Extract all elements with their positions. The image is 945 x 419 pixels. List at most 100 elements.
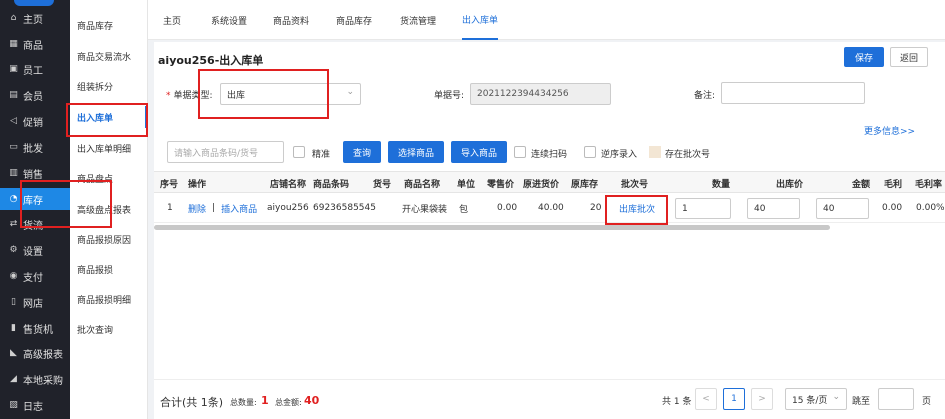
member-icon: ▤	[9, 90, 18, 100]
col-qty: 数量	[712, 179, 731, 190]
tab-system-settings[interactable]: 系统设置	[211, 0, 247, 40]
doc-type-label-text: 单据类型:	[173, 91, 213, 101]
nav-vending[interactable]: ▮ 售货机	[0, 317, 70, 339]
cell-profit: 0.00	[882, 203, 903, 213]
record-count: 共 1 条	[662, 397, 692, 407]
reverse-entry-checkbox[interactable]	[584, 146, 596, 158]
nav-label: 货流	[23, 220, 43, 232]
nav-promo[interactable]: ◁ 促销	[0, 110, 70, 132]
nav-local-purchase[interactable]: ◢ 本地采购	[0, 368, 70, 390]
exact-label: 精准	[312, 150, 331, 160]
sales-icon: ▥	[9, 168, 18, 178]
tab-stock-doc[interactable]: 出入库单	[462, 0, 499, 40]
select-goods-button[interactable]: 选择商品	[388, 141, 444, 163]
nav-label: 促销	[23, 117, 43, 129]
nav-sales[interactable]: ▥ 销售	[0, 162, 70, 184]
submenu-item[interactable]: 出入库单明细	[70, 137, 148, 159]
vending-icon: ▮	[11, 323, 16, 333]
nav-member[interactable]: ▤ 会员	[0, 84, 70, 106]
amount-input[interactable]: 40	[816, 198, 869, 219]
submenu-item[interactable]: 商品报损明细	[70, 288, 148, 310]
col-stock: 原库存	[571, 179, 599, 190]
remark-field[interactable]	[721, 82, 865, 104]
submenu-item[interactable]: 组装拆分	[70, 75, 148, 97]
col-profit: 毛利	[884, 179, 903, 190]
page-size-select[interactable]: 15 条/页 ⌄	[785, 388, 847, 410]
nav-staff[interactable]: ▣ 员工	[0, 58, 70, 80]
cell-store: aiyou256	[267, 203, 309, 213]
out-batch-link[interactable]: 出库批次	[619, 202, 655, 215]
batch-legend-label: 存在批次号	[665, 150, 711, 160]
nav-payment[interactable]: ◉ 支付	[0, 265, 70, 287]
col-name: 商品名称	[404, 179, 441, 190]
batch-legend-swatch	[649, 146, 661, 158]
nav-webshop[interactable]: ▯ 网店	[0, 291, 70, 313]
total-amount-label: 总金额:	[275, 398, 302, 407]
submenu-item-stock-doc[interactable]: 出入库单	[70, 106, 148, 128]
nav-log[interactable]: ▧ 日志	[0, 394, 70, 416]
table-header: 序号 操作 店铺名称 商品条码 货号 商品名称 单位 零售价 原进货价 原库存 …	[154, 171, 945, 193]
exact-checkbox[interactable]	[293, 146, 305, 158]
nav-home[interactable]: ⌂ 主页	[0, 7, 70, 29]
delete-link[interactable]: 删除	[188, 202, 206, 215]
prev-page-button[interactable]: <	[695, 388, 717, 410]
tab-goods-info[interactable]: 商品资料	[273, 0, 309, 40]
remark-label: 备注:	[694, 91, 716, 101]
tab-logistics[interactable]: 货流管理	[400, 0, 436, 40]
main-panel: aiyou256-出入库单 保存 返回 * 单据类型: 出库 ⌄ 单据号: 2021…	[154, 42, 945, 419]
submenu-item[interactable]: 高级盘点报表	[70, 198, 148, 220]
out-price-input[interactable]: 40	[747, 198, 800, 219]
col-amount: 金额	[852, 179, 871, 190]
save-button[interactable]: 保存	[844, 47, 884, 67]
next-page-button[interactable]: >	[751, 388, 773, 410]
nav-label: 商品	[23, 40, 43, 52]
page-1-button[interactable]: 1	[723, 388, 745, 410]
submenu-item[interactable]: 商品盘点	[70, 167, 148, 189]
required-mark: *	[166, 91, 171, 101]
logistics-icon: ⇄	[9, 219, 18, 229]
back-button[interactable]: 返回	[890, 47, 928, 67]
col-cost: 原进货价	[523, 179, 560, 190]
horizontal-scrollbar[interactable]	[154, 225, 830, 230]
nav-reports[interactable]: ◣ 高级报表	[0, 342, 70, 364]
inventory-submenu: 商品库存 商品交易流水 组装拆分 出入库单 出入库单明细 商品盘点 高级盘点报表…	[70, 0, 148, 419]
op-separator: |	[212, 203, 216, 213]
barcode-search-input[interactable]: 请输入商品条码/货号	[167, 141, 284, 163]
col-item-no: 货号	[373, 179, 392, 190]
insert-goods-link[interactable]: 插入商品	[221, 202, 257, 215]
nav-label: 设置	[23, 246, 43, 258]
nav-label: 销售	[23, 169, 43, 181]
cell-name: 开心果袋装	[402, 204, 448, 215]
nav-inventory[interactable]: ◔ 库存	[0, 188, 70, 210]
cell-cost: 40.00	[538, 203, 564, 213]
goto-label: 跳至	[852, 397, 871, 407]
shop-icon: ▯	[11, 297, 16, 307]
wholesale-icon: ▭	[9, 142, 18, 152]
col-store: 店铺名称	[270, 179, 307, 190]
col-index: 序号	[160, 179, 179, 190]
submenu-item[interactable]: 商品报损原因	[70, 228, 148, 250]
payment-icon: ◉	[9, 271, 18, 281]
submenu-item[interactable]: 批次查询	[70, 318, 148, 340]
doc-type-select[interactable]: 出库 ⌄	[220, 83, 361, 105]
nav-label: 支付	[23, 272, 43, 284]
import-goods-button[interactable]: 导入商品	[451, 141, 507, 163]
query-button[interactable]: 查询	[343, 141, 381, 163]
nav-goods[interactable]: ▦ 商品	[0, 33, 70, 55]
doc-type-label: * 单据类型:	[166, 88, 213, 101]
continuous-scan-checkbox[interactable]	[514, 146, 526, 158]
tab-goods-stock[interactable]: 商品库存	[336, 0, 372, 40]
tab-home[interactable]: 主页	[163, 0, 181, 40]
nav-wholesale[interactable]: ▭ 批发	[0, 136, 70, 158]
qty-input[interactable]: 1	[675, 198, 731, 219]
nav-label: 网店	[23, 298, 43, 310]
more-info-link[interactable]: 更多信息>>	[864, 124, 915, 137]
goto-page-input[interactable]	[878, 388, 914, 410]
submenu-item[interactable]: 商品库存	[70, 14, 148, 36]
page-title: aiyou256-出入库单	[158, 54, 264, 67]
submenu-item[interactable]: 商品报损	[70, 258, 148, 280]
total-qty-value: 1	[261, 394, 269, 407]
nav-logistics[interactable]: ⇄ 货流	[0, 213, 70, 235]
submenu-item[interactable]: 商品交易流水	[70, 45, 148, 67]
nav-settings[interactable]: ⚙ 设置	[0, 239, 70, 261]
